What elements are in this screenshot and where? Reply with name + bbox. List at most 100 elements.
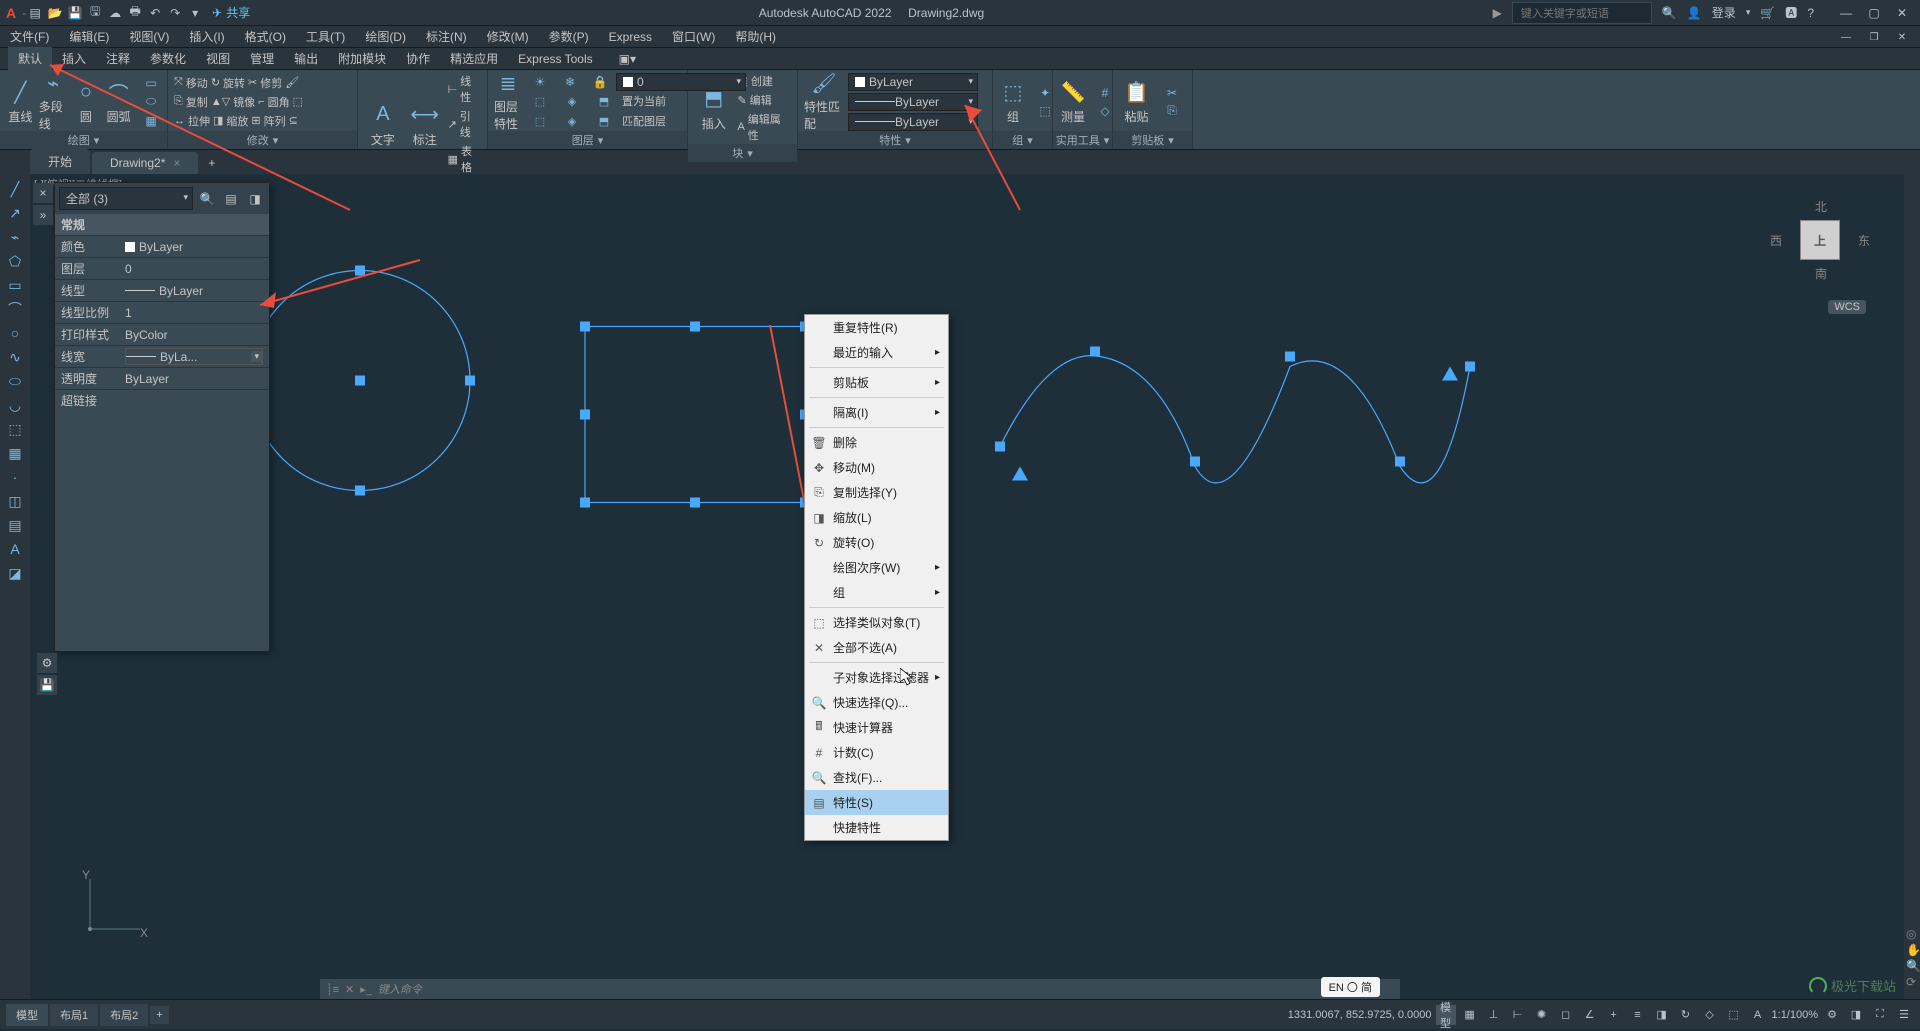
tool-rect[interactable]: ▭ [4,274,26,296]
menu-view[interactable]: 视图(V) [119,26,179,47]
osnap-icon[interactable]: ◻ [1556,1005,1576,1025]
ortho-icon[interactable]: ⊢ [1508,1005,1528,1025]
tool-polygon[interactable]: ⬠ [4,250,26,272]
rect-icon[interactable]: ▭ [137,74,165,92]
trans-icon[interactable]: ◨ [1652,1005,1672,1025]
cm-deselect[interactable]: ✕全部不选(A) [805,635,948,660]
search-icon[interactable]: 🔍 [1662,6,1677,20]
qat-undo-icon[interactable]: ↶ [146,4,164,22]
prop-linetype[interactable]: ByLayer [125,282,263,299]
qp-icon[interactable]: ⬚ [1724,1005,1744,1025]
qat-saveas-icon[interactable]: 🖫 [86,4,104,22]
layer-misc-6[interactable]: ⬒ [590,113,618,131]
wcs-badge[interactable]: WCS [1828,300,1866,314]
dyn-icon[interactable]: + [1604,1005,1624,1025]
lineweight-dropdown[interactable]: ByLayer▾ [848,113,978,131]
mirror-icon[interactable]: ▲▽ [211,95,230,108]
prop-lineweight[interactable]: ByLa...▾ [125,348,263,365]
copy-clip-icon[interactable]: ⎘ [1158,102,1186,120]
offset-icon[interactable]: ⊆ [289,114,298,127]
view-cube[interactable]: 上 北 东 南 西 [1760,180,1880,300]
scale-icon[interactable]: ◨ [213,114,223,127]
autodesk-icon[interactable]: 🅰 [1785,4,1797,21]
nav-wheel-icon[interactable]: ◎ [1906,927,1920,941]
layer-lock-icon[interactable]: 🔒 [586,73,614,91]
menu-edit[interactable]: 编辑(E) [59,26,119,47]
ribbon-tab-view[interactable]: 视图 [196,47,240,70]
login-label[interactable]: 登录 [1712,4,1736,21]
ribbon-tab-insert[interactable]: 插入 [52,47,96,70]
tool-pline[interactable]: ⌁ [4,226,26,248]
array-icon[interactable]: ⊞ [251,114,260,127]
qat-plot-icon[interactable]: 🖶 [126,4,144,22]
qat-web-icon[interactable]: ☁ [106,4,124,22]
palette-close-icon[interactable]: × [33,183,53,203]
fillet-icon[interactable]: ⌐ [258,96,264,108]
gear-icon[interactable]: ⚙ [1822,1005,1842,1025]
prop-ltscale[interactable]: 1 [125,304,263,321]
polar-icon[interactable]: ✺ [1532,1005,1552,1025]
move-icon[interactable]: ⤧ [174,76,183,89]
cm-clipboard[interactable]: 剪贴板▸ [805,370,948,395]
ribbon-tab-featured[interactable]: 精选应用 [440,47,508,70]
grid-icon[interactable]: ▦ [1460,1005,1480,1025]
cm-subfilter[interactable]: 子对象选择过滤器▸ [805,665,948,690]
menu-dim[interactable]: 标注(N) [416,26,477,47]
explode-icon[interactable]: ⬚ [293,95,303,108]
tool-block[interactable]: ⬚ [4,418,26,440]
prop-color[interactable]: ByLayer [125,238,263,255]
tool-ellipse-arc[interactable]: ◡ [4,394,26,416]
prop-transparency[interactable]: ByLayer [125,370,263,387]
maximize-button[interactable]: ▢ [1862,4,1886,22]
layer-misc-3[interactable]: ⬒ [590,93,618,111]
prop-hyperlink[interactable] [125,392,263,409]
otrack-icon[interactable]: ∠ [1580,1005,1600,1025]
drawing-viewport[interactable]: [-][俯视][二维线框] Y X [30,174,1900,999]
lwt-icon[interactable]: ≡ [1628,1005,1648,1025]
text-button[interactable]: A文字 [364,96,402,152]
group-button[interactable]: ⬚组 [999,74,1027,130]
arc-button[interactable]: ⌒圆弧 [104,74,133,130]
menu-window[interactable]: 窗口(W) [662,26,725,47]
cm-qselect[interactable]: 🔍快速选择(Q)... [805,690,948,715]
linetype-dropdown[interactable]: ByLayer▾ [848,93,978,111]
layout-add[interactable]: + [150,1006,168,1024]
doc-minimize-icon[interactable]: — [1834,28,1858,46]
dim-button[interactable]: ⟷标注 [406,96,444,152]
trim-icon[interactable]: ✂ [248,76,257,89]
ellipse-icon[interactable]: ⬭ [137,93,165,111]
palette-pick-icon[interactable]: ▤ [221,189,241,209]
menu-insert[interactable]: 插入(I) [179,26,234,47]
brush-icon[interactable]: 🖌 [285,76,299,89]
workspace-icon[interactable]: ◨ [1846,1005,1866,1025]
tool-arc[interactable]: ⌒ [4,298,26,320]
ribbon-tab-manage[interactable]: 管理 [240,47,284,70]
cm-draworder[interactable]: 绘图次序(W)▸ [805,555,948,580]
orbit-icon[interactable]: ⟳ [1906,975,1920,989]
tool-circle[interactable]: ○ [4,322,26,344]
cm-group[interactable]: 组▸ [805,580,948,605]
scale-display[interactable]: 1:1/100% [1772,1009,1818,1021]
close-tab-icon[interactable]: × [173,156,180,170]
tool-text[interactable]: A [4,538,26,560]
match-layer-button[interactable]: 匹配图层 [622,113,666,131]
cm-scale[interactable]: ◨缩放(L) [805,505,948,530]
menu-help[interactable]: 帮助(H) [725,26,786,47]
customize-icon[interactable]: ☰ [1894,1005,1914,1025]
layout2-tab[interactable]: 布局2 [100,1004,148,1026]
hatch-icon[interactable]: ▦ [137,112,165,130]
paste-button[interactable]: 📋粘贴 [1119,74,1154,130]
tool-spline[interactable]: ∿ [4,346,26,368]
cm-move[interactable]: ✥移动(M) [805,455,948,480]
menu-file[interactable]: 文件(F) [0,26,59,47]
layout1-tab[interactable]: 布局1 [50,1004,98,1026]
tool-region[interactable]: ◫ [4,490,26,512]
search-input[interactable]: 键入关键字或短语 [1512,2,1652,24]
set-current-button[interactable]: 置为当前 [622,93,666,111]
tool-point[interactable]: · [4,466,26,488]
table-button[interactable]: ▦ 表格 [448,142,481,176]
tool-line[interactable]: ╱ [4,178,26,200]
cm-qcalc[interactable]: 🖩快速计算器 [805,715,948,740]
layer-prop-button[interactable]: ≣图层特性 [494,74,522,130]
circle-button[interactable]: ○圆 [72,74,101,130]
